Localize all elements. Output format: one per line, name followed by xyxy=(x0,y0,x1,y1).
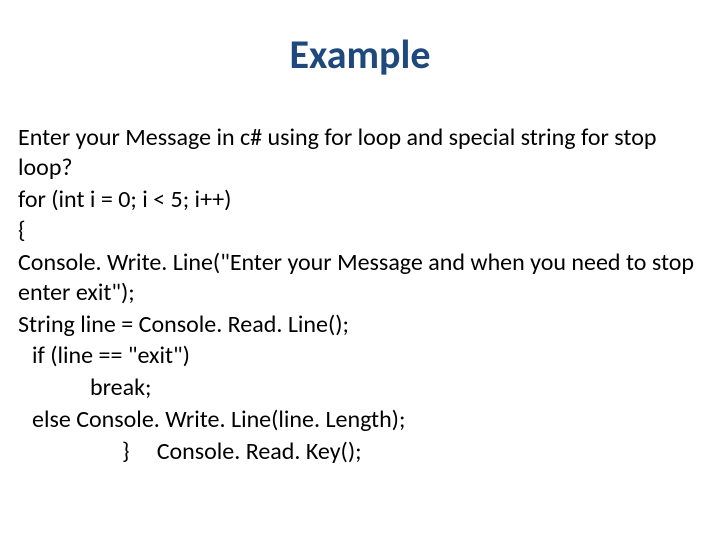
code-brace: } xyxy=(122,437,130,466)
code-line: else Console. Write. Line(line. Length); xyxy=(18,405,702,435)
code-line: String line = Console. Read. Line(); xyxy=(18,310,702,340)
code-line: for (int i = 0; i < 5; i++) xyxy=(18,185,702,215)
code-line: break; xyxy=(18,373,702,403)
code-line: { xyxy=(18,216,702,246)
slide-title: Example xyxy=(18,30,702,79)
code-line: } Console. Read. Key(); xyxy=(18,437,702,467)
question-line: Enter your Message in c# using for loop … xyxy=(18,123,702,183)
code-line: Console. Write. Line("Enter your Message… xyxy=(18,248,702,308)
code-line: if (line == "exit") xyxy=(18,341,702,371)
slide: Example Enter your Message in c# using f… xyxy=(0,0,720,540)
code-call: Console. Read. Key(); xyxy=(157,437,362,466)
slide-body: Enter your Message in c# using for loop … xyxy=(18,123,702,466)
